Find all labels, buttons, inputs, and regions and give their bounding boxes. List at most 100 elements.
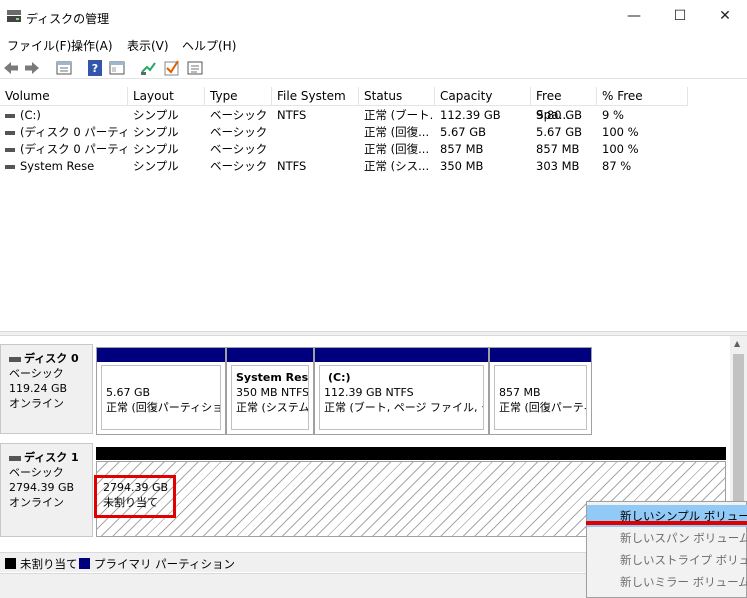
capacity-cell: 350 MB [440,159,484,173]
disk-name: ディスク 0 [24,352,79,365]
help-icon[interactable]: ? [86,59,104,77]
maximize-button[interactable]: ☐ [657,0,703,33]
partition-title: System Rese [236,371,309,384]
partition-size: 112.39 GB NTFS [324,386,414,399]
volume-cell: (C:) [5,107,128,124]
menu-item-new-striped-volume[interactable]: 新しいストライプ ボリューム(T)... [587,549,747,571]
file-system-cell: NTFS [277,108,307,122]
column-header-file-system[interactable]: File System [272,87,359,106]
partition-status: 正常 (回復パーティ [499,401,587,414]
volume-name: (ディスク 0 パーティシ... [20,142,128,156]
context-menu: 新しいシンプル ボリューム(I)... 新しいスパン ボリューム(N)... 新… [586,501,747,598]
column-header-layout[interactable]: Layout [128,87,205,106]
percent-free-cell: 9 % [602,108,624,122]
legend-label: 未割り当て [20,557,78,571]
column-header-status[interactable]: Status [359,87,435,106]
disk-size: 2794.39 GB [9,481,75,494]
column-header-free-space[interactable]: Free Spa... [531,87,597,122]
disk-management-app-icon [7,10,21,22]
volume-icon [5,130,15,135]
svg-text:?: ? [92,62,98,75]
layout-cell: シンプル [133,125,179,139]
menu-action[interactable]: 操作(A) [71,37,113,54]
volume-row[interactable]: (ディスク 0 パーティシ... シンプル ベーシック 正常 (回復... 85… [0,141,747,158]
partition-system-reserved[interactable]: System Rese 350 MB NTFS 正常 (システム, [226,347,314,435]
back-icon[interactable] [2,59,20,77]
scroll-up-icon[interactable]: ▲ [734,339,740,348]
settings-icon[interactable] [186,59,204,77]
status-cell: 正常 (シス... [364,159,430,173]
partition-size: 350 MB NTFS [236,386,309,399]
type-cell: ベーシック [210,108,268,122]
disk-1-label[interactable]: ディスク 1 ベーシック 2794.39 GB オンライン [0,443,93,537]
properties-icon[interactable] [55,59,73,77]
title-bar: ディスクの管理 — ☐ ✕ [0,0,747,33]
partition-info: 857 MB 正常 (回復パーティ [494,365,587,430]
toolbar: ? [0,57,747,79]
partition-info: (C:) 112.39 GB NTFS 正常 (ブート, ページ ファイル, ク… [319,365,484,430]
connect-icon[interactable] [140,59,158,77]
type-cell: ベーシック [210,159,268,173]
column-header-type[interactable]: Type [205,87,272,106]
legend-unallocated: 未割り当て [5,556,78,572]
volume-row[interactable]: System Rese シンプル ベーシック NTFS 正常 (シス... 35… [0,158,747,175]
partition-status: 正常 (回復パーティション) [106,401,220,414]
console-icon[interactable] [108,59,126,77]
partition-status: 正常 (システム, [236,401,309,414]
close-button[interactable]: ✕ [702,0,747,33]
partition-status: 正常 (ブート, ページ ファイル, クラッ [324,401,483,414]
partition-bar [315,348,488,362]
partition-info: System Rese 350 MB NTFS 正常 (システム, [231,365,309,430]
disk-0-label[interactable]: ディスク 0 ベーシック 119.24 GB オンライン [0,344,93,434]
menu-view[interactable]: 表示(V) [127,37,169,54]
menu-item-new-spanned-volume[interactable]: 新しいスパン ボリューム(N)... [587,527,747,549]
disk-icon [9,356,21,362]
disk-size: 119.24 GB [9,382,68,395]
volume-row[interactable]: (C:) シンプル ベーシック NTFS 正常 (ブート... 112.39 G… [0,107,747,124]
status-cell: 正常 (回復... [364,125,430,139]
column-header-percent-free[interactable]: % Free [597,87,688,106]
partition-bar [97,348,225,362]
partition-recovery-1[interactable]: 5.67 GB 正常 (回復パーティション) [96,347,226,435]
layout-cell: シンプル [133,108,179,122]
capacity-cell: 112.39 GB [440,108,501,122]
column-header-capacity[interactable]: Capacity [435,87,531,106]
menu-file[interactable]: ファイル(F) [7,37,71,54]
type-cell: ベーシック [210,142,268,156]
partition-title [499,370,582,385]
layout-cell: シンプル [133,159,179,173]
partition-title: (C:) [328,371,351,384]
free-space-cell: 5.67 GB [536,125,583,139]
percent-free-cell: 100 % [602,142,639,156]
menu-help[interactable]: ヘルプ(H) [182,37,236,54]
menu-item-new-mirrored-volume[interactable]: 新しいミラー ボリューム(R)... [587,571,747,593]
legend-swatch [5,558,16,569]
partition-bar [227,348,313,362]
file-system-cell: NTFS [277,159,307,173]
minimize-button[interactable]: — [611,0,657,33]
disk-management-window: ディスクの管理 — ☐ ✕ ファイル(F) 操作(A) 表示(V) ヘルプ(H)… [0,0,747,598]
volume-cell: System Rese [5,158,128,175]
forward-icon[interactable] [23,59,41,77]
header-divider [0,105,688,106]
volume-icon [5,164,15,169]
disk-state: オンライン [9,397,64,410]
volume-cell: (ディスク 0 パーティシ... [5,141,128,158]
legend-primary: プライマリ パーティション [79,556,235,572]
status-cell: 正常 (ブート... [364,108,434,122]
check-icon[interactable] [163,59,181,77]
capacity-cell: 5.67 GB [440,125,487,139]
partition-c-drive[interactable]: (C:) 112.39 GB NTFS 正常 (ブート, ページ ファイル, ク… [314,347,489,435]
disk-state: オンライン [9,496,64,509]
free-space-cell: 857 MB [536,142,580,156]
partition-info: 5.67 GB 正常 (回復パーティション) [101,365,221,430]
disk-type: ベーシック [9,367,64,380]
partition-bar [490,348,591,362]
legend-label: プライマリ パーティション [94,557,235,571]
partition-recovery-2[interactable]: 857 MB 正常 (回復パーティ [489,347,592,435]
volume-cell: (ディスク 0 パーティシ... [5,124,128,141]
column-header-volume[interactable]: Volume [0,87,128,106]
volume-row[interactable]: (ディスク 0 パーティシ... シンプル ベーシック 正常 (回復... 5.… [0,124,747,141]
type-cell: ベーシック [210,125,268,139]
status-cell: 正常 (回復... [364,142,430,156]
